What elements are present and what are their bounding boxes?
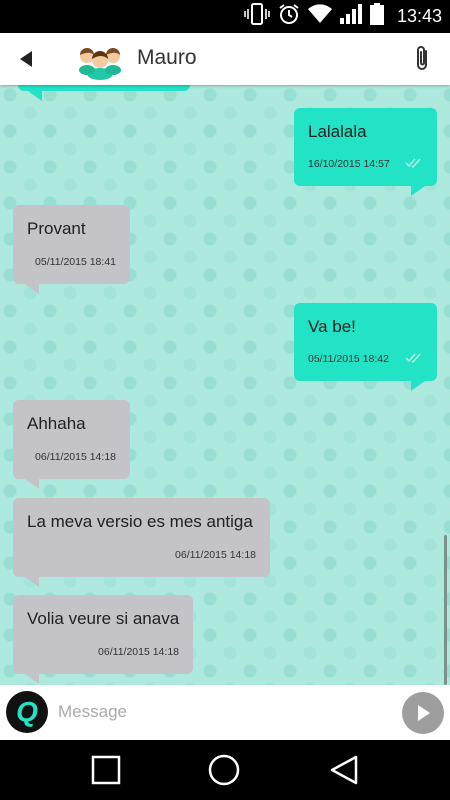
message-bubble-sent[interactable]: Lalalala 16/10/2015 14:57	[294, 108, 437, 196]
message-text: La meva versio es mes antiga	[27, 512, 253, 531]
double-check-icon	[405, 353, 421, 363]
message-bubble-received[interactable]: La meva versio es mes antiga 06/11/2015 …	[13, 498, 270, 587]
phone-vibrate-icon	[244, 3, 270, 30]
home-circle-icon	[208, 754, 240, 786]
group-avatar-icon	[79, 48, 121, 80]
attach-button[interactable]	[412, 45, 434, 73]
message-timestamp: 06/11/2015 14:18	[98, 646, 179, 658]
send-arrow-icon	[418, 705, 430, 721]
message-text: Provant	[27, 219, 86, 238]
scrollbar[interactable]	[444, 535, 447, 685]
message-bubble-sent[interactable]: Va be! 05/11/2015 18:42	[294, 303, 437, 391]
logo-letter: Q	[16, 696, 38, 727]
back-arrow-icon	[20, 51, 32, 67]
message-text: Ahhaha	[27, 414, 86, 433]
send-button[interactable]	[402, 692, 444, 734]
alarm-icon	[277, 2, 301, 31]
message-timestamp: 05/11/2015 18:42	[308, 353, 389, 365]
back-triangle-icon	[330, 755, 358, 785]
message-list[interactable]: Lalalala 16/10/2015 14:57 Provant 05/11/…	[0, 85, 450, 685]
status-icons: 13:43	[244, 0, 442, 33]
message-text: Volia veure si anava	[27, 609, 180, 628]
message-text: Lalalala	[308, 122, 367, 141]
recents-square-icon	[91, 755, 121, 785]
app-logo-button[interactable]: Q	[6, 691, 48, 733]
message-bubble-received[interactable]: Ahhaha 06/11/2015 14:18	[13, 400, 130, 489]
message-timestamp: 05/11/2015 18:41	[35, 256, 116, 268]
message-timestamp: 06/11/2015 14:18	[35, 451, 116, 463]
battery-icon	[369, 3, 384, 30]
contact-name[interactable]: Mauro	[137, 46, 197, 70]
message-input[interactable]	[58, 697, 388, 727]
double-check-icon	[405, 158, 421, 168]
message-timestamp: 16/10/2015 14:57	[308, 158, 390, 170]
message-bubble-received[interactable]: Volia veure si anava 06/11/2015 14:18	[13, 595, 193, 684]
status-time: 13:43	[396, 6, 442, 26]
signal-icon	[339, 4, 363, 29]
chat-header: Mauro	[0, 33, 450, 85]
status-bar: 13:43	[0, 0, 450, 33]
composer-bar: Q	[0, 685, 450, 740]
back-button[interactable]	[12, 45, 42, 73]
message-bubble-received[interactable]: Provant 05/11/2015 18:41	[13, 205, 130, 294]
back-nav-button[interactable]	[327, 753, 361, 787]
contact-avatar[interactable]	[78, 38, 122, 80]
recents-button[interactable]	[89, 753, 123, 787]
message-text: Va be!	[308, 317, 356, 336]
wifi-icon	[307, 4, 332, 29]
system-nav-bar	[0, 740, 450, 800]
message-timestamp: 06/11/2015 14:18	[175, 549, 256, 561]
paperclip-icon	[417, 46, 427, 70]
message-bubble-partial	[18, 85, 190, 101]
home-button[interactable]	[207, 753, 241, 787]
